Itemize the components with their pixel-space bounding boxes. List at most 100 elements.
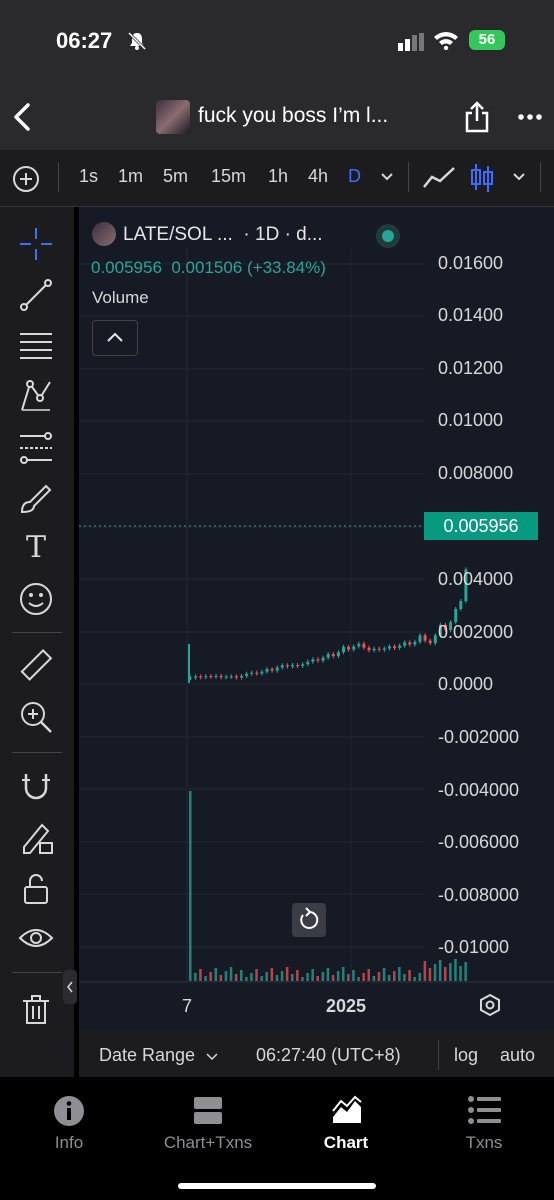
bell-muted-icon bbox=[127, 31, 147, 51]
more-options-icon[interactable] bbox=[518, 113, 542, 121]
emoji-icon[interactable] bbox=[18, 581, 54, 617]
tab-info[interactable]: Info bbox=[9, 1133, 129, 1153]
battery-indicator: 56 bbox=[469, 30, 505, 50]
candle-body bbox=[418, 635, 422, 642]
collapse-tools-handle[interactable] bbox=[63, 970, 77, 1004]
volume-bar bbox=[433, 964, 437, 981]
candle-body bbox=[331, 654, 335, 657]
candle-body bbox=[362, 643, 366, 648]
status-time: 06:27 bbox=[56, 28, 113, 53]
candle-body bbox=[296, 665, 300, 667]
reset-chart-button[interactable] bbox=[292, 903, 326, 937]
volume-bar bbox=[255, 969, 258, 981]
eye-icon[interactable] bbox=[18, 920, 54, 956]
ruler-icon[interactable] bbox=[18, 648, 54, 684]
volume-bar bbox=[321, 972, 325, 981]
tools-divider bbox=[12, 972, 62, 973]
collapse-legend-button[interactable] bbox=[92, 320, 138, 356]
price-axis-label: 0.002000 bbox=[438, 622, 514, 642]
candle-body bbox=[285, 665, 289, 667]
volume-bar bbox=[199, 969, 202, 981]
toolbar-divider bbox=[408, 162, 409, 192]
line-chart-type-icon[interactable] bbox=[422, 165, 456, 191]
tools-divider bbox=[12, 632, 62, 633]
candle-body bbox=[326, 654, 330, 658]
auto-scale-toggle[interactable]: auto bbox=[500, 1045, 535, 1066]
toolbar-divider bbox=[540, 162, 541, 192]
timeframe-1m[interactable]: 1m bbox=[118, 166, 143, 187]
log-scale-toggle[interactable]: log bbox=[454, 1045, 478, 1066]
volume-bar bbox=[367, 969, 370, 981]
crosshair-icon[interactable] bbox=[18, 226, 54, 262]
volume-bar bbox=[250, 973, 253, 981]
candle-body bbox=[367, 647, 371, 651]
brush-icon[interactable] bbox=[18, 480, 54, 516]
volume-bar bbox=[418, 973, 421, 981]
pattern-tool-icon[interactable] bbox=[18, 378, 54, 414]
volume-bar bbox=[306, 973, 309, 981]
share-icon[interactable] bbox=[464, 101, 490, 133]
horizontal-lines-icon[interactable] bbox=[18, 328, 54, 364]
volume-bar bbox=[336, 971, 340, 981]
candle-body bbox=[224, 676, 228, 678]
candle-body bbox=[301, 664, 305, 666]
candle-body bbox=[219, 675, 223, 678]
list-icon bbox=[468, 1096, 501, 1124]
live-status-icon bbox=[376, 224, 400, 248]
timeframe-4h[interactable]: 4h bbox=[308, 166, 328, 187]
volume-bar bbox=[291, 974, 294, 981]
back-chevron-icon[interactable] bbox=[12, 102, 32, 132]
price-axis-label: 0.004000 bbox=[438, 569, 514, 589]
trend-line-icon[interactable] bbox=[18, 277, 54, 313]
candle-body bbox=[403, 642, 407, 646]
volume-bar bbox=[398, 967, 401, 981]
volume-bar bbox=[362, 973, 365, 981]
timeframe-5m[interactable]: 5m bbox=[163, 166, 188, 187]
volume-bar bbox=[454, 959, 457, 981]
volume-bar bbox=[331, 975, 335, 981]
unlock-icon[interactable] bbox=[18, 871, 54, 907]
volume-bar bbox=[245, 977, 248, 981]
candle-body bbox=[209, 676, 213, 678]
timeframe-1s[interactable]: 1s bbox=[79, 166, 98, 187]
chart-icon bbox=[332, 1095, 362, 1123]
date-range-dropdown[interactable]: Date Range bbox=[99, 1045, 218, 1066]
timezone-clock[interactable]: 06:27:40 (UTC+8) bbox=[256, 1045, 401, 1066]
chevron-down-icon bbox=[206, 1053, 218, 1061]
volume-bar bbox=[260, 976, 263, 981]
magnet-icon[interactable] bbox=[18, 768, 54, 804]
timeframe-d[interactable]: D bbox=[348, 166, 361, 187]
volume-bar bbox=[229, 967, 233, 981]
price-axis-label: -0.008000 bbox=[438, 885, 520, 905]
home-indicator bbox=[178, 1183, 376, 1189]
chevron-down-icon[interactable] bbox=[512, 172, 526, 182]
fib-tool-icon[interactable] bbox=[18, 430, 54, 466]
candle-body bbox=[255, 672, 259, 674]
tab-txns[interactable]: Txns bbox=[424, 1133, 544, 1153]
lock-drawing-icon[interactable] bbox=[18, 819, 54, 855]
volume-bar bbox=[444, 967, 447, 981]
candlestick-type-icon[interactable] bbox=[470, 162, 494, 194]
price-axis-label: -0.01000 bbox=[438, 937, 510, 957]
tab-chart[interactable]: Chart bbox=[286, 1133, 406, 1153]
candle-body bbox=[311, 659, 315, 662]
chevron-down-icon[interactable] bbox=[380, 172, 394, 182]
chart-legend-title[interactable]: LATE/SOL ... · 1D · d... bbox=[123, 224, 323, 246]
add-indicator-icon[interactable] bbox=[12, 165, 40, 193]
price-axis-label: 0.01200 bbox=[438, 358, 504, 378]
volume-bar bbox=[423, 961, 427, 981]
candle-body bbox=[398, 645, 402, 648]
price-axis-label: -0.004000 bbox=[438, 780, 520, 800]
volume-bar bbox=[403, 974, 406, 981]
tab-chart-txns[interactable]: Chart+Txns bbox=[148, 1133, 268, 1153]
timeframe-15m[interactable]: 15m bbox=[211, 166, 246, 187]
candle-body bbox=[194, 676, 198, 678]
candle-body bbox=[347, 646, 351, 650]
volume-bar bbox=[428, 968, 432, 981]
zoom-in-icon[interactable] bbox=[18, 699, 54, 735]
trash-icon[interactable] bbox=[18, 991, 54, 1027]
candle-body bbox=[336, 652, 340, 657]
chart-settings-icon[interactable] bbox=[478, 993, 502, 1017]
timeframe-1h[interactable]: 1h bbox=[268, 166, 288, 187]
text-tool-icon[interactable]: T bbox=[18, 530, 54, 566]
